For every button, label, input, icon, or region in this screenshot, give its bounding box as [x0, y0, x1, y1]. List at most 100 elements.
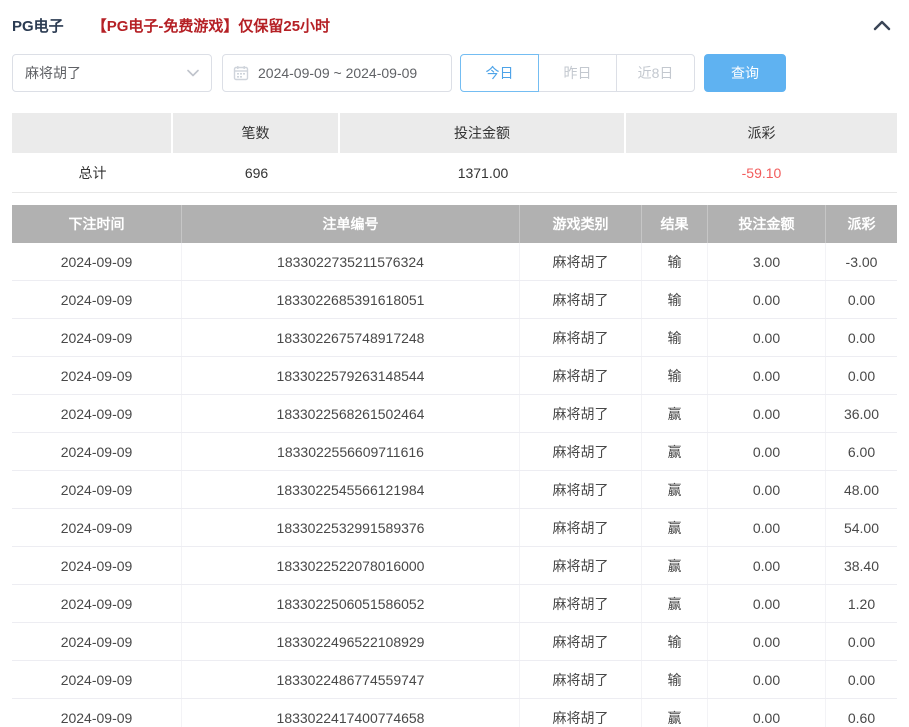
cell-order-id: 1833022685391618051 [182, 281, 520, 318]
summary-header-row: 笔数 投注金额 派彩 [12, 113, 897, 153]
summary-table: 笔数 投注金额 派彩 总计 696 1371.00 -59.10 [12, 113, 897, 193]
quick-filter-group: 今日 昨日 近8日 [460, 54, 695, 92]
cell-bet-time: 2024-09-09 [12, 699, 182, 727]
cell-bet-time: 2024-09-09 [12, 585, 182, 622]
table-row: 2024-09-09 1833022556609711616 麻将胡了 赢 0.… [12, 433, 897, 471]
table-row: 2024-09-09 1833022545566121984 麻将胡了 赢 0.… [12, 471, 897, 509]
table-row: 2024-09-09 1833022486774559747 麻将胡了 输 0.… [12, 661, 897, 699]
cell-payout: 0.60 [847, 709, 876, 726]
cell-game-type: 麻将胡了 [520, 585, 642, 622]
cell-bet-time: 2024-09-09 [12, 547, 182, 584]
cell-bet-amount: 0.00 [708, 357, 826, 394]
cell-bet-time: 2024-09-09 [12, 471, 182, 508]
cell-bet-amount: 0.00 [708, 547, 826, 584]
summary-total-row: 总计 696 1371.00 -59.10 [12, 153, 897, 193]
cell-bet-amount: 0.00 [708, 281, 826, 318]
cell-bet-amount: 0.00 [708, 509, 826, 546]
cell-order-id: 1833022675748917248 [182, 319, 520, 356]
cell-result: 赢 [642, 547, 708, 584]
calendar-icon [233, 65, 249, 81]
cell-order-id: 1833022579263148544 [182, 357, 520, 394]
cell-payout: 0.00 [847, 671, 876, 688]
quick-filter-yesterday[interactable]: 昨日 [538, 54, 617, 92]
cell-bet-time: 2024-09-09 [12, 243, 182, 280]
summary-header-bet-amount: 投注金额 [340, 113, 626, 153]
cell-result: 赢 [642, 699, 708, 727]
cell-result: 赢 [642, 585, 708, 622]
table-row: 2024-09-09 1833022532991589376 麻将胡了 赢 0.… [12, 509, 897, 547]
cell-game-type: 麻将胡了 [520, 243, 642, 280]
cell-payout: 0.00 [847, 367, 876, 384]
cell-game-type: 麻将胡了 [520, 661, 642, 698]
cell-result: 赢 [642, 471, 708, 508]
collapse-button[interactable] [867, 10, 897, 40]
cell-game-type: 麻将胡了 [520, 319, 642, 356]
cell-bet-time: 2024-09-09 [12, 357, 182, 394]
records-header-time: 下注时间 [12, 205, 182, 243]
cell-order-id: 1833022522078016000 [182, 547, 520, 584]
cell-payout: 0.00 [847, 291, 876, 308]
pg-records-panel: PG电子 【PG电子-免费游戏】仅保留25小时 麻将胡了 2024-09-09 … [0, 0, 909, 727]
cell-result: 输 [642, 661, 708, 698]
records-body: 2024-09-09 1833022735211576324 麻将胡了 输 3.… [12, 243, 897, 727]
records-header-bet: 投注金额 [708, 205, 826, 243]
cell-order-id: 1833022496522108929 [182, 623, 520, 660]
filter-bar: 麻将胡了 2024-09-09 ~ 2024-09-09 今日 昨日 近8日 查… [12, 54, 897, 92]
table-row: 2024-09-09 1833022506051586052 麻将胡了 赢 0.… [12, 585, 897, 623]
cell-payout: 38.40 [843, 557, 880, 574]
search-button[interactable]: 查询 [704, 54, 786, 92]
cell-order-id: 1833022735211576324 [182, 243, 520, 280]
table-row: 2024-09-09 1833022496522108929 麻将胡了 输 0.… [12, 623, 897, 661]
cell-payout: -3.00 [845, 253, 878, 270]
summary-total-label: 总计 [12, 153, 173, 192]
cell-game-type: 麻将胡了 [520, 547, 642, 584]
table-row: 2024-09-09 1833022675748917248 麻将胡了 输 0.… [12, 319, 897, 357]
cell-order-id: 1833022417400774658 [182, 699, 520, 727]
cell-game-type: 麻将胡了 [520, 281, 642, 318]
table-row: 2024-09-09 1833022685391618051 麻将胡了 输 0.… [12, 281, 897, 319]
game-select-value: 麻将胡了 [25, 65, 81, 81]
caret-down-icon [187, 69, 199, 77]
cell-payout: 0.00 [847, 329, 876, 346]
cell-bet-time: 2024-09-09 [12, 661, 182, 698]
table-row: 2024-09-09 1833022735211576324 麻将胡了 输 3.… [12, 243, 897, 281]
summary-header-blank [12, 113, 173, 153]
quick-filter-last8days[interactable]: 近8日 [616, 54, 695, 92]
date-range-value: 2024-09-09 ~ 2024-09-09 [258, 65, 418, 81]
summary-header-count: 笔数 [173, 113, 340, 153]
cell-payout: 0.00 [847, 633, 876, 650]
table-row: 2024-09-09 1833022579263148544 麻将胡了 输 0.… [12, 357, 897, 395]
page-title: PG电子 [12, 17, 64, 35]
cell-bet-amount: 0.00 [708, 433, 826, 470]
summary-total-count: 696 [173, 153, 340, 192]
free-game-notice: 【PG电子-免费游戏】仅保留25小时 [91, 17, 331, 35]
cell-result: 输 [642, 281, 708, 318]
cell-bet-time: 2024-09-09 [12, 509, 182, 546]
cell-bet-time: 2024-09-09 [12, 395, 182, 432]
cell-bet-amount: 0.00 [708, 623, 826, 660]
quick-filter-today[interactable]: 今日 [460, 54, 539, 92]
cell-payout: 54.00 [843, 519, 880, 536]
cell-result: 赢 [642, 395, 708, 432]
cell-bet-amount: 0.00 [708, 471, 826, 508]
cell-result: 输 [642, 243, 708, 280]
cell-order-id: 1833022556609711616 [182, 433, 520, 470]
cell-result: 输 [642, 623, 708, 660]
records-table: 下注时间 注单编号 游戏类别 结果 投注金额 派彩 2024-09-09 183… [12, 205, 897, 727]
cell-order-id: 1833022545566121984 [182, 471, 520, 508]
cell-bet-time: 2024-09-09 [12, 433, 182, 470]
cell-order-id: 1833022568261502464 [182, 395, 520, 432]
summary-total-bet-amount: 1371.00 [340, 153, 626, 192]
cell-order-id: 1833022486774559747 [182, 661, 520, 698]
cell-result: 赢 [642, 433, 708, 470]
cell-bet-amount: 0.00 [708, 585, 826, 622]
cell-payout: 1.20 [847, 595, 876, 612]
game-select[interactable]: 麻将胡了 [12, 54, 212, 92]
summary-total-payout: -59.10 [626, 153, 897, 192]
cell-bet-amount: 0.00 [708, 699, 826, 727]
cell-result: 输 [642, 319, 708, 356]
date-range-input[interactable]: 2024-09-09 ~ 2024-09-09 [222, 54, 452, 92]
records-header-payout: 派彩 [847, 216, 876, 232]
table-row: 2024-09-09 1833022417400774658 麻将胡了 赢 0.… [12, 699, 897, 727]
summary-header-payout: 派彩 [747, 125, 776, 141]
